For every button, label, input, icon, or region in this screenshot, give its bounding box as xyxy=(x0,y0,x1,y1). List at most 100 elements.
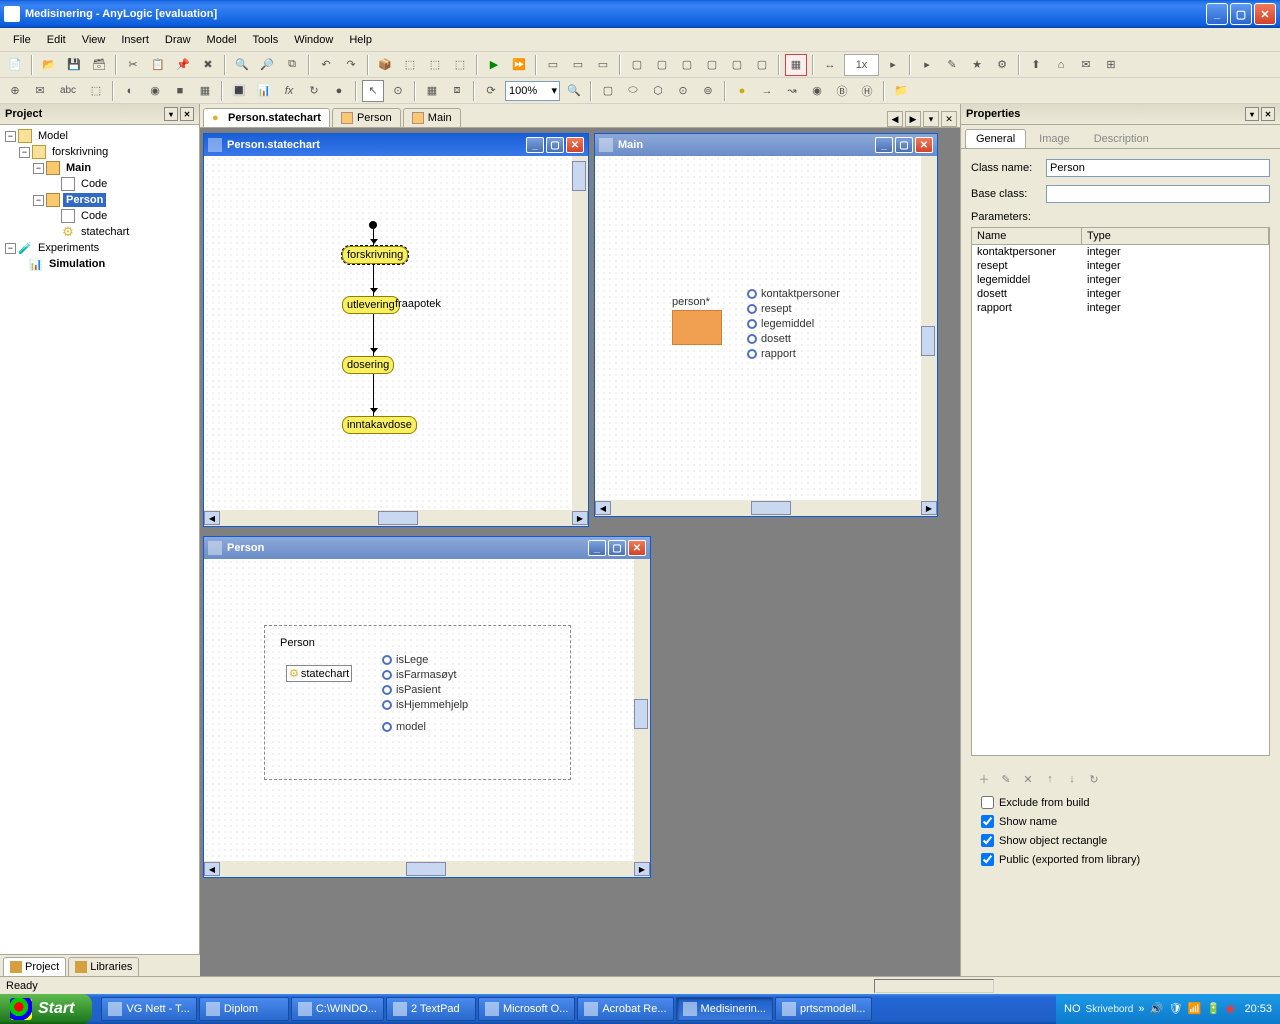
menu-window[interactable]: Window xyxy=(286,31,341,49)
param-dot[interactable] xyxy=(382,700,392,710)
t2-11[interactable]: ● xyxy=(328,80,350,102)
params-header-name[interactable]: Name xyxy=(972,228,1082,244)
t2-fx[interactable]: fx xyxy=(278,80,300,102)
check-showname[interactable]: Show name xyxy=(981,815,1260,828)
tree-statechart[interactable]: statechart xyxy=(3,224,196,240)
t3-1[interactable]: ▢ xyxy=(597,80,619,102)
taskbar-item[interactable]: C:\WINDO... xyxy=(291,997,384,1021)
agent-box[interactable] xyxy=(672,310,722,345)
mdi-main[interactable]: Main _▢✕ person* kontaktpersoner resept … xyxy=(594,133,938,517)
taskbar-item[interactable]: Medisinerin... xyxy=(676,997,773,1021)
transition[interactable] xyxy=(373,314,374,356)
undo-icon[interactable]: ↶ xyxy=(315,54,337,76)
t2-13[interactable]: ⟳ xyxy=(480,80,502,102)
tree-simulation[interactable]: Simulation xyxy=(3,256,196,272)
hscroll[interactable]: ◀▶ xyxy=(595,500,937,516)
taskbar-item[interactable]: Acrobat Re... xyxy=(577,997,673,1021)
menu-model[interactable]: Model xyxy=(199,31,245,49)
zoom-tool-icon[interactable]: 🔍 xyxy=(563,80,585,102)
t-a2[interactable]: ▭ xyxy=(567,54,589,76)
menu-insert[interactable]: Insert xyxy=(113,31,157,49)
param-row[interactable]: rapportinteger xyxy=(972,301,1269,315)
t-e4[interactable]: ⚙ xyxy=(991,54,1013,76)
paste-icon[interactable]: 📌 xyxy=(172,54,194,76)
run-icon[interactable]: ▶ xyxy=(483,54,505,76)
t3-7[interactable]: → xyxy=(756,80,778,102)
param-down-icon[interactable]: ↓ xyxy=(1063,770,1081,788)
t-d2[interactable]: ▸ xyxy=(882,54,904,76)
tab-next-icon[interactable]: ▶ xyxy=(905,111,921,127)
t-speed[interactable]: 1x xyxy=(844,54,879,76)
t-e1[interactable]: ▸ xyxy=(916,54,938,76)
t2-12[interactable]: ⊙ xyxy=(387,80,409,102)
check-exclude[interactable]: Exclude from build xyxy=(981,796,1260,809)
find-icon[interactable]: 🔍 xyxy=(231,54,253,76)
menu-help[interactable]: Help xyxy=(341,31,380,49)
tray-lang[interactable]: NO xyxy=(1064,1003,1081,1015)
system-tray[interactable]: NO Skrivebord » 🔊 🛡 📶 🔋 ◉ 20:53 xyxy=(1056,994,1280,1024)
mdi-max-icon[interactable]: ▢ xyxy=(895,137,913,153)
t-b2[interactable]: ▢ xyxy=(651,54,673,76)
param-dot[interactable] xyxy=(382,655,392,665)
initial-state-dot[interactable] xyxy=(369,221,377,229)
t-f1[interactable]: ⬆ xyxy=(1025,54,1047,76)
t3-12[interactable]: 📁 xyxy=(890,80,912,102)
tree-experiments[interactable]: −Experiments xyxy=(3,240,196,256)
build4-icon[interactable]: ⬚ xyxy=(449,54,471,76)
t-b1[interactable]: ▢ xyxy=(626,54,648,76)
mdi-min-icon[interactable]: _ xyxy=(588,540,606,556)
param-dot[interactable] xyxy=(382,722,392,732)
agent-label[interactable]: person* xyxy=(672,296,710,308)
mdi-min-icon[interactable]: _ xyxy=(875,137,893,153)
maximize-button[interactable]: ▢ xyxy=(1230,3,1252,25)
menu-file[interactable]: File xyxy=(5,31,39,49)
param-row[interactable]: dosettinteger xyxy=(972,287,1269,301)
t2-10[interactable]: ↻ xyxy=(303,80,325,102)
t-e2[interactable]: ✎ xyxy=(941,54,963,76)
copy-icon[interactable]: 📋 xyxy=(147,54,169,76)
tab-main[interactable]: Main xyxy=(403,108,461,127)
t-f3[interactable]: ✉ xyxy=(1075,54,1097,76)
mdi-close-icon[interactable]: ✕ xyxy=(915,137,933,153)
menu-tools[interactable]: Tools xyxy=(245,31,287,49)
zoom-select[interactable]: 100% xyxy=(505,81,560,101)
tray-icon[interactable]: 📶 xyxy=(1187,1002,1201,1016)
t3-10[interactable]: Ⓑ xyxy=(831,80,853,102)
t2-5[interactable]: ◉ xyxy=(144,80,166,102)
params-header-type[interactable]: Type xyxy=(1082,228,1269,244)
t-b3[interactable]: ▢ xyxy=(676,54,698,76)
t3-3[interactable]: ⬡ xyxy=(647,80,669,102)
build2-icon[interactable]: ⬚ xyxy=(399,54,421,76)
vscroll[interactable] xyxy=(634,559,650,861)
structure-icon[interactable]: ⧉ xyxy=(281,54,303,76)
t3-6[interactable]: ● xyxy=(731,80,753,102)
menu-draw[interactable]: Draw xyxy=(157,31,199,49)
t2-3[interactable]: ⬚ xyxy=(85,80,107,102)
delete-icon[interactable]: ✖ xyxy=(197,54,219,76)
baseclass-input[interactable] xyxy=(1046,185,1270,203)
t-b6[interactable]: ▢ xyxy=(751,54,773,76)
taskbar-item[interactable]: prtscmodell... xyxy=(775,997,872,1021)
start-button[interactable]: Start xyxy=(0,994,92,1024)
menu-edit[interactable]: Edit xyxy=(39,31,74,49)
tray-chevron-icon[interactable]: » xyxy=(1138,1003,1144,1015)
t-f4[interactable]: ⊞ xyxy=(1100,54,1122,76)
cut-icon[interactable]: ✂ xyxy=(122,54,144,76)
taskbar-item[interactable]: Diplom xyxy=(199,997,289,1021)
t-f2[interactable]: ⌂ xyxy=(1050,54,1072,76)
tray-icon[interactable]: ◉ xyxy=(1225,1002,1239,1016)
minimize-button[interactable]: _ xyxy=(1206,3,1228,25)
check-public[interactable]: Public (exported from library) xyxy=(981,853,1260,866)
taskbar-item[interactable]: VG Nett - T... xyxy=(101,997,196,1021)
props-close-icon[interactable]: ✕ xyxy=(1261,107,1275,121)
transition[interactable] xyxy=(373,374,374,416)
transition[interactable] xyxy=(373,229,374,247)
state-dosering[interactable]: dosering xyxy=(342,356,394,374)
vscroll[interactable] xyxy=(572,156,588,510)
param-up-icon[interactable]: ↑ xyxy=(1041,770,1059,788)
tab-close-icon[interactable]: ✕ xyxy=(941,111,957,127)
param-edit-icon[interactable]: ✎ xyxy=(997,770,1015,788)
t3-11[interactable]: Ⓗ xyxy=(856,80,878,102)
param-dot[interactable] xyxy=(747,304,757,314)
open-icon[interactable]: 📂 xyxy=(38,54,60,76)
